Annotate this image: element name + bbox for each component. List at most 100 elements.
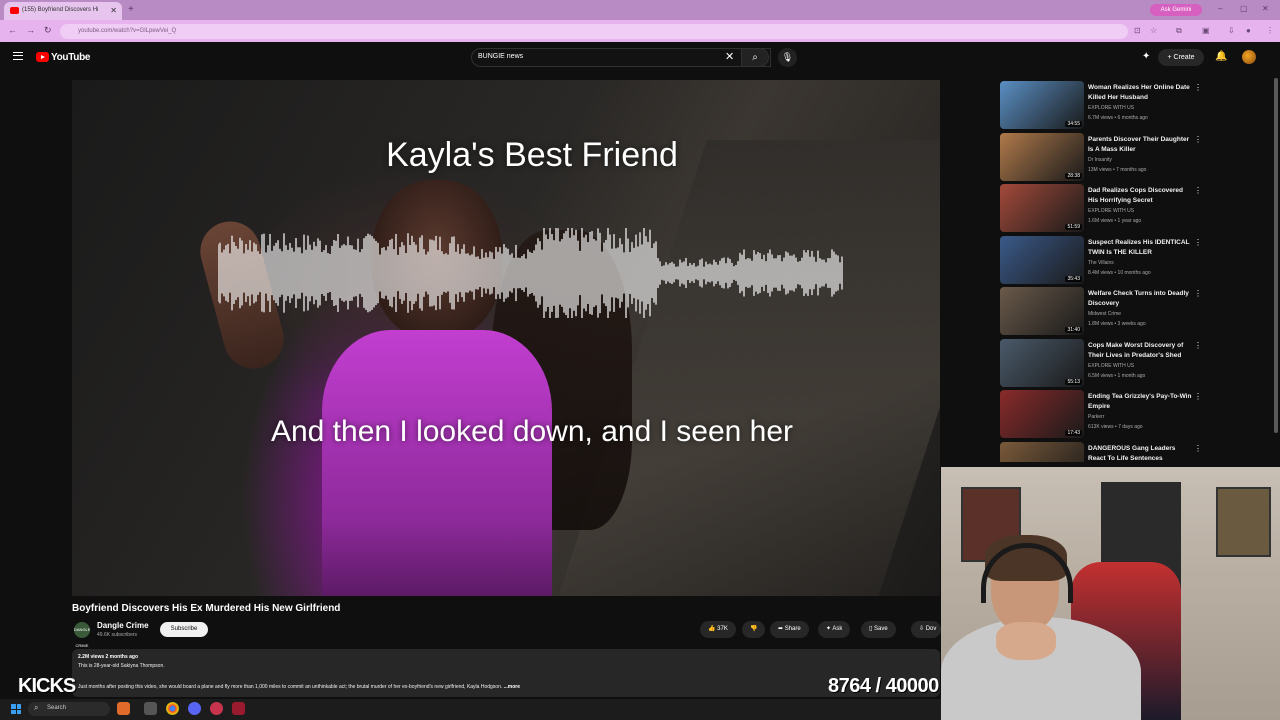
taskbar-app-icon[interactable]: [117, 702, 130, 715]
recommended-video[interactable]: DANGEROUS Gang Leaders React To Life Sen…: [1000, 441, 1200, 462]
voice-search-icon[interactable]: 🎙: [778, 48, 797, 67]
recommended-video[interactable]: 28:38 Parents Discover Their Daughter Is …: [1000, 132, 1202, 181]
minimize-icon[interactable]: –: [1218, 4, 1222, 13]
extensions-icon[interactable]: ⧉: [1176, 26, 1182, 36]
sidepanel-icon[interactable]: ▣: [1202, 26, 1210, 35]
more-options-icon[interactable]: ⋮: [1194, 392, 1202, 401]
browser-tab[interactable]: (155) Boyfriend Discovers Hi ✕: [4, 2, 122, 20]
subscribe-button[interactable]: Subscribe: [160, 622, 208, 637]
recommended-title[interactable]: Suspect Realizes His IDENTICAL TWIN Is T…: [1088, 238, 1192, 258]
show-more-link[interactable]: ...more: [504, 684, 520, 690]
description-meta: 2.2M views 2 months ago: [78, 654, 139, 660]
video-thumbnail[interactable]: [1000, 441, 1084, 462]
goal-counter: 8764 / 40000: [828, 675, 939, 697]
taskbar-search[interactable]: Search: [28, 702, 110, 716]
clear-search-icon[interactable]: ✕: [725, 50, 734, 63]
recommended-channel[interactable]: EXPLORE WITH US: [1088, 208, 1134, 214]
recommended-video[interactable]: 35:43 Suspect Realizes His IDENTICAL TWIN…: [1000, 235, 1202, 284]
chrome-icon[interactable]: [166, 702, 179, 715]
recommended-video[interactable]: 34:55 Woman Realizes Her Online Date Kill…: [1000, 81, 1202, 129]
video-subtitle: And then I looked down, and I seen her: [270, 415, 794, 448]
more-options-icon[interactable]: ⋮: [1194, 186, 1202, 195]
save-button[interactable]: ▯ Save: [861, 621, 896, 638]
dislike-button[interactable]: 👎: [742, 621, 766, 638]
maximize-icon[interactable]: ▢: [1240, 4, 1248, 13]
webcam-feed: [941, 467, 1280, 720]
profile-icon[interactable]: ●: [1246, 26, 1251, 35]
recommended-video[interactable]: 17:43 Ending Tea Grizzley's Pay-To-Win Em…: [1000, 390, 1202, 438]
recommended-title[interactable]: Woman Realizes Her Online Date Killed He…: [1088, 83, 1192, 103]
downloads-icon[interactable]: ⇩: [1228, 26, 1235, 35]
search-button[interactable]: ⌕: [741, 48, 769, 67]
forward-icon[interactable]: →: [26, 25, 35, 35]
recommended-meta: 6.5M views • 1 month ago: [1088, 372, 1146, 379]
ask-gemini-button[interactable]: Ask Gemini: [1150, 4, 1202, 16]
browser-menu-icon[interactable]: ⋮: [1266, 26, 1274, 35]
discord-icon[interactable]: [188, 702, 201, 715]
account-avatar[interactable]: [1242, 50, 1256, 64]
recommended-channel[interactable]: EXPLORE WITH US: [1088, 105, 1134, 111]
recommended-title[interactable]: DANGEROUS Gang Leaders React To Life Sen…: [1088, 444, 1192, 462]
video-thumbnail[interactable]: 35:43: [1000, 235, 1084, 284]
youtube-wordmark[interactable]: YouTube: [51, 52, 91, 63]
cast-icon[interactable]: ✦: [1142, 51, 1150, 62]
more-options-icon[interactable]: ⋮: [1194, 238, 1202, 247]
install-icon[interactable]: ⊡: [1134, 26, 1141, 35]
video-thumbnail[interactable]: 55:13: [1000, 338, 1084, 387]
recommended-meta: 1.6M views • 1 year ago: [1088, 218, 1142, 224]
recommended-channel[interactable]: Midwest Crime: [1088, 311, 1121, 317]
new-tab-icon[interactable]: +: [128, 4, 134, 15]
recommended-channel[interactable]: Parkerr: [1088, 414, 1104, 420]
bookmark-star-icon[interactable]: ☆: [1150, 26, 1157, 35]
video-thumbnail[interactable]: 28:38: [1000, 132, 1084, 181]
more-options-icon[interactable]: ⋮: [1194, 444, 1200, 453]
share-button[interactable]: ➦ Share: [770, 621, 809, 638]
video-thumbnail[interactable]: 34:55: [1000, 81, 1084, 129]
more-options-icon[interactable]: ⋮: [1194, 289, 1202, 298]
more-options-icon[interactable]: ⋮: [1194, 83, 1202, 92]
recommended-title[interactable]: Parents Discover Their Daughter Is A Mas…: [1088, 135, 1192, 155]
channel-name[interactable]: Dangle Crime: [97, 621, 149, 630]
download-button[interactable]: ⇩ Dov: [911, 621, 941, 638]
recommended-channel[interactable]: Dr Insanity: [1088, 157, 1112, 163]
video-thumbnail[interactable]: 51:59: [1000, 184, 1084, 232]
ask-button[interactable]: ✦ Ask: [818, 621, 851, 638]
recommended-channel[interactable]: EXPLORE WITH US: [1088, 363, 1134, 369]
download-icon: ⇩: [919, 626, 925, 632]
browser-tab-strip: [0, 0, 1280, 20]
channel-logo[interactable]: DANGLE CRIME: [74, 622, 90, 648]
windows-start-icon[interactable]: [11, 704, 21, 714]
taskbar: [0, 699, 941, 720]
youtube-logo-icon[interactable]: [36, 52, 49, 62]
video-duration: 28:38: [1065, 172, 1082, 179]
more-options-icon[interactable]: ⋮: [1194, 135, 1202, 144]
taskbar-app-icon[interactable]: [210, 702, 223, 715]
taskbar-app-icon[interactable]: [232, 702, 245, 715]
hamburger-menu-icon[interactable]: [13, 52, 23, 60]
video-thumbnail[interactable]: 17:43: [1000, 390, 1084, 438]
tab-close-icon[interactable]: ✕: [110, 6, 117, 15]
recommended-title[interactable]: Welfare Check Turns into Deadly Discover…: [1088, 289, 1192, 309]
recommended-channel[interactable]: The Villains: [1088, 260, 1114, 266]
youtube-favicon-icon: [10, 7, 19, 14]
like-button[interactable]: 👍 37K: [700, 621, 736, 638]
recommended-video[interactable]: 31:40 Welfare Check Turns into Deadly Dis…: [1000, 287, 1202, 335]
video-duration: 34:55: [1065, 121, 1082, 127]
video-duration: 55:13: [1065, 378, 1082, 385]
video-player[interactable]: Kayla's Best Friend And then I looked do…: [72, 80, 940, 596]
create-button[interactable]: + Create: [1158, 49, 1204, 66]
recommended-video[interactable]: 55:13 Cops Make Worst Discovery of Their …: [1000, 338, 1202, 387]
recommended-title[interactable]: Cops Make Worst Discovery of Their Lives…: [1088, 341, 1192, 361]
window-close-icon[interactable]: ✕: [1262, 4, 1269, 13]
recommended-title[interactable]: Dad Realizes Cops Discovered His Horrify…: [1088, 186, 1192, 206]
video-thumbnail[interactable]: 31:40: [1000, 287, 1084, 335]
file-explorer-icon[interactable]: [144, 702, 157, 715]
more-options-icon[interactable]: ⋮: [1194, 341, 1202, 350]
back-icon[interactable]: ←: [8, 25, 17, 35]
scrollbar[interactable]: [1274, 78, 1278, 433]
reload-icon[interactable]: ↻: [44, 25, 52, 36]
address-bar[interactable]: youtube.com/watch?v=GlLpewVei_Q: [60, 24, 1128, 39]
recommended-title[interactable]: Ending Tea Grizzley's Pay-To-Win Empire: [1088, 392, 1192, 412]
recommended-video[interactable]: 51:59 Dad Realizes Cops Discovered His Ho…: [1000, 184, 1202, 232]
notifications-bell-icon[interactable]: 🔔: [1215, 51, 1227, 62]
